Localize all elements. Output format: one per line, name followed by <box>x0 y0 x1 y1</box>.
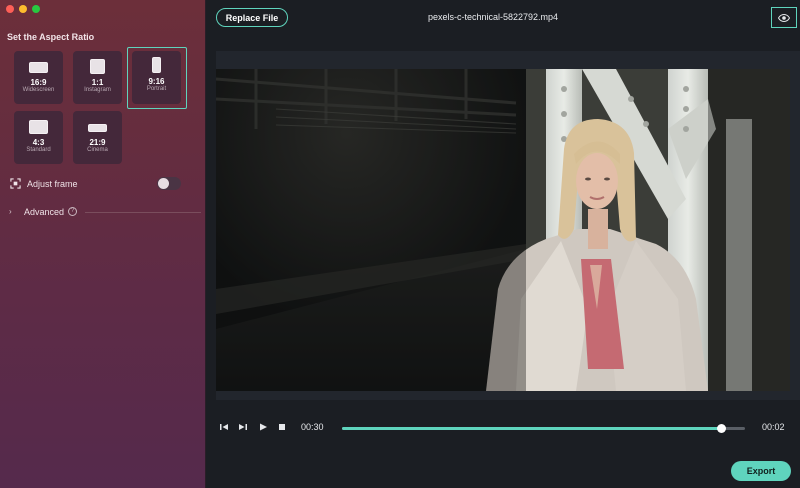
play-button[interactable] <box>257 421 269 433</box>
preview-area <box>216 51 800 400</box>
adjust-frame-toggle[interactable] <box>157 177 181 190</box>
widescreen-shape-icon <box>29 62 48 73</box>
adjust-frame-row: Adjust frame <box>9 177 185 191</box>
timeline-progress <box>342 427 721 430</box>
zoom-window-button[interactable] <box>32 5 40 13</box>
section-title: Set the Aspect Ratio <box>7 32 95 42</box>
ratio-value: 4:3 <box>32 138 45 147</box>
video-preview[interactable] <box>216 69 790 391</box>
main-panel: Replace File pexels-c-technical-5822792.… <box>206 0 800 488</box>
export-button[interactable]: Export <box>731 461 791 481</box>
ratio-value: 21:9 <box>89 138 106 147</box>
ratio-tile-widescreen[interactable]: 16:9 Widescreen <box>14 51 63 104</box>
ratio-value: 16:9 <box>30 78 47 87</box>
playback-controls: 00:30 00:02 <box>206 418 800 438</box>
stop-button[interactable] <box>276 421 288 433</box>
video-frame-image <box>216 69 790 391</box>
help-icon[interactable]: ? <box>68 207 77 216</box>
eye-icon <box>778 13 790 22</box>
replace-file-button[interactable]: Replace File <box>216 8 288 27</box>
timeline-scrubber[interactable] <box>342 424 745 433</box>
window-controls <box>6 5 40 13</box>
chevron-right-icon: › <box>9 207 12 216</box>
advanced-label: Advanced <box>24 207 65 217</box>
ratio-tile-instagram[interactable]: 1:1 Instagram <box>73 51 122 104</box>
timeline-handle[interactable] <box>716 424 726 433</box>
ratio-name: Instagram <box>84 87 111 93</box>
preview-toggle-button[interactable] <box>771 7 797 28</box>
cinema-shape-icon <box>88 124 107 132</box>
current-time: 00:30 <box>301 422 324 432</box>
aspect-ratio-sidebar: Set the Aspect Ratio 16:9 Widescreen 1:1… <box>0 0 206 488</box>
duration: 00:02 <box>762 422 785 432</box>
selected-ratio-highlight <box>127 47 187 109</box>
ratio-name: Standard <box>26 147 51 153</box>
file-name: pexels-c-technical-5822792.mp4 <box>427 12 559 22</box>
square-shape-icon <box>90 59 105 74</box>
advanced-section-toggle[interactable]: › Advanced ? <box>9 206 201 218</box>
close-window-button[interactable] <box>6 5 14 13</box>
ratio-value: 1:1 <box>91 78 104 87</box>
next-frame-button[interactable] <box>237 421 249 433</box>
divider <box>85 212 201 213</box>
ratio-name: Cinema <box>87 147 108 153</box>
standard-shape-icon <box>29 120 48 134</box>
ratio-name: Widescreen <box>22 87 55 93</box>
previous-frame-button[interactable] <box>218 421 230 433</box>
ratio-tile-cinema[interactable]: 21:9 Cinema <box>73 111 122 164</box>
toggle-knob <box>158 178 169 189</box>
adjust-frame-icon <box>10 178 21 189</box>
ratio-tile-standard[interactable]: 4:3 Standard <box>14 111 63 164</box>
minimize-window-button[interactable] <box>19 5 27 13</box>
adjust-frame-label: Adjust frame <box>27 179 78 189</box>
